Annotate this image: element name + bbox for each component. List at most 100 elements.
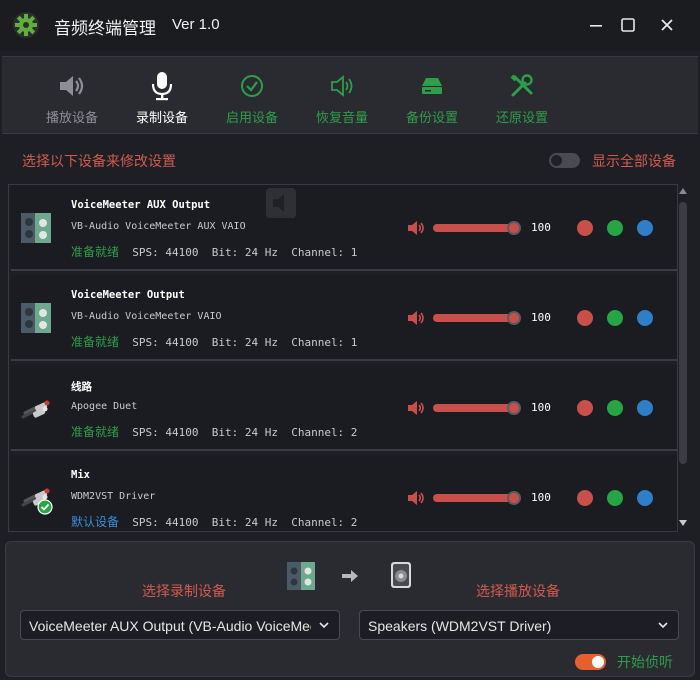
start-listening-toggle[interactable] bbox=[575, 654, 606, 670]
playback-device-select[interactable]: Speakers (WDM2VST Driver) bbox=[359, 610, 679, 640]
scroll-thumb[interactable] bbox=[679, 202, 687, 464]
tools-icon bbox=[510, 74, 533, 97]
chevron-down-icon bbox=[319, 622, 329, 629]
rca-cable-icon bbox=[21, 400, 50, 419]
volume-value: 100 bbox=[531, 311, 551, 324]
device-name: Mix bbox=[71, 469, 90, 481]
device-details: SPS: 44100 Bit: 24 Hz Channel: 1 bbox=[119, 246, 358, 259]
device-info: 准备就绪 SPS: 44100 Bit: 24 Hz Channel: 2 bbox=[71, 423, 357, 440]
device-name: 线路 bbox=[71, 381, 92, 393]
device-info: 默认设备 SPS: 44100 Bit: 24 Hz Channel: 2 bbox=[71, 513, 357, 530]
gear-logo-icon bbox=[13, 12, 39, 38]
volume-slider[interactable] bbox=[433, 311, 521, 325]
volume-icon[interactable] bbox=[407, 311, 425, 325]
volume-slider[interactable] bbox=[433, 221, 521, 235]
blue-indicator-button[interactable] bbox=[637, 310, 653, 326]
device-status: 准备就绪 bbox=[71, 335, 120, 349]
device-name: VoiceMeeter AUX Output bbox=[71, 199, 211, 211]
red-indicator-button[interactable] bbox=[577, 400, 593, 416]
red-indicator-button[interactable] bbox=[577, 220, 593, 236]
check-circle-icon bbox=[241, 75, 263, 97]
enable-device-button[interactable]: 启用设备 bbox=[212, 71, 292, 126]
app-title: 音频终端管理 bbox=[54, 19, 156, 38]
device-row[interactable]: VoiceMeeter AUX Output VB-Audio VoiceMee… bbox=[11, 185, 677, 271]
select-recording-label: 选择录制设备 bbox=[142, 583, 226, 599]
blue-indicator-button[interactable] bbox=[637, 400, 653, 416]
slider-thumb[interactable] bbox=[507, 401, 521, 415]
speaker-icon bbox=[60, 76, 84, 96]
device-info: 准备就绪 SPS: 44100 Bit: 24 Hz Channel: 1 bbox=[71, 333, 357, 350]
red-indicator-button[interactable] bbox=[577, 310, 593, 326]
device-driver: VB-Audio VoiceMeeter AUX VAIO bbox=[71, 221, 246, 232]
volume-value: 100 bbox=[531, 401, 551, 414]
device-name: VoiceMeeter Output bbox=[71, 289, 185, 301]
rca-cable-default-icon bbox=[21, 488, 53, 515]
start-listening-label: 开始侦听 bbox=[617, 654, 673, 670]
toggle-knob bbox=[592, 656, 604, 668]
close-icon bbox=[661, 19, 673, 31]
backup-drive-icon bbox=[422, 78, 442, 94]
restore-volume-button[interactable]: 恢复音量 bbox=[302, 71, 382, 126]
device-details: SPS: 44100 Bit: 24 Hz Channel: 2 bbox=[119, 516, 358, 529]
device-row[interactable]: 线路 Apogee Duet 准备就绪 SPS: 44100 Bit: 24 H… bbox=[11, 365, 677, 451]
minimize-button[interactable] bbox=[583, 12, 609, 38]
toolbar: 播放设备 录制设备 启用设备 恢复音量 备份设置 还原设置 bbox=[2, 56, 698, 134]
restore-settings-button[interactable]: 还原设置 bbox=[482, 71, 562, 126]
volume-icon[interactable] bbox=[407, 401, 425, 415]
slider-thumb[interactable] bbox=[507, 311, 521, 325]
maximize-button[interactable] bbox=[615, 12, 641, 38]
green-indicator-button[interactable] bbox=[607, 400, 623, 416]
device-status: 准备就绪 bbox=[71, 245, 120, 259]
volume-icon[interactable] bbox=[407, 221, 425, 235]
volume-value: 100 bbox=[531, 491, 551, 504]
tool-label: 恢复音量 bbox=[315, 110, 368, 125]
show-all-devices-label: 显示全部设备 bbox=[592, 153, 676, 169]
volume-slider[interactable] bbox=[433, 491, 521, 505]
app-version: Ver 1.0 bbox=[172, 16, 220, 33]
volume-slider[interactable] bbox=[433, 401, 521, 415]
tab-label: 播放设备 bbox=[45, 110, 98, 125]
blue-indicator-button[interactable] bbox=[637, 220, 653, 236]
backup-settings-button[interactable]: 备份设置 bbox=[392, 71, 472, 126]
device-details: SPS: 44100 Bit: 24 Hz Channel: 2 bbox=[119, 426, 358, 439]
volume-icon[interactable] bbox=[407, 491, 425, 505]
slider-thumb[interactable] bbox=[507, 221, 521, 235]
tab-recording-devices[interactable]: 录制设备 bbox=[122, 71, 202, 126]
green-indicator-button[interactable] bbox=[607, 490, 623, 506]
title-bar: 音频终端管理 Ver 1.0 bbox=[0, 0, 700, 50]
recording-device-value: VoiceMeeter AUX Output (VB-Audio VoiceMe… bbox=[29, 618, 311, 634]
slider-thumb[interactable] bbox=[507, 491, 521, 505]
device-status: 准备就绪 bbox=[71, 425, 120, 439]
list-scrollbar[interactable] bbox=[676, 186, 690, 530]
green-indicator-button[interactable] bbox=[607, 220, 623, 236]
show-all-devices-toggle[interactable] bbox=[549, 153, 580, 168]
scroll-down-arrow-icon[interactable] bbox=[679, 520, 687, 526]
green-indicator-button[interactable] bbox=[607, 310, 623, 326]
maximize-icon bbox=[621, 18, 635, 32]
chevron-down-icon bbox=[658, 622, 668, 629]
device-row[interactable]: VoiceMeeter Output VB-Audio VoiceMeeter … bbox=[11, 275, 677, 361]
tab-label: 录制设备 bbox=[135, 110, 188, 125]
device-driver: WDM2VST Driver bbox=[71, 491, 156, 502]
device-row[interactable]: Mix WDM2VST Driver 默认设备 SPS: 44100 Bit: … bbox=[11, 455, 677, 531]
microphone-icon bbox=[151, 72, 173, 101]
device-list: VoiceMeeter AUX Output VB-Audio VoiceMee… bbox=[8, 184, 678, 532]
minimize-icon bbox=[590, 25, 602, 27]
select-playback-label: 选择播放设备 bbox=[476, 583, 560, 599]
recording-device-select[interactable]: VoiceMeeter AUX Output (VB-Audio VoiceMe… bbox=[20, 610, 340, 640]
blue-indicator-button[interactable] bbox=[637, 490, 653, 506]
device-info: 准备就绪 SPS: 44100 Bit: 24 Hz Channel: 1 bbox=[71, 243, 357, 260]
speaker-destination-icon bbox=[391, 562, 411, 588]
close-button[interactable] bbox=[654, 12, 680, 38]
voicemeeter-icon bbox=[21, 213, 51, 243]
scroll-up-arrow-icon[interactable] bbox=[679, 188, 687, 194]
device-driver: VB-Audio VoiceMeeter VAIO bbox=[71, 311, 222, 322]
watermark-speaker-icon bbox=[266, 188, 296, 218]
red-indicator-button[interactable] bbox=[577, 490, 593, 506]
select-device-hint: 选择以下设备来修改设置 bbox=[22, 153, 176, 169]
tab-playback-devices[interactable]: 播放设备 bbox=[32, 71, 112, 126]
tool-label: 还原设置 bbox=[495, 110, 548, 125]
volume-icon bbox=[331, 75, 353, 97]
device-driver: Apogee Duet bbox=[71, 401, 138, 412]
volume-value: 100 bbox=[531, 221, 551, 234]
